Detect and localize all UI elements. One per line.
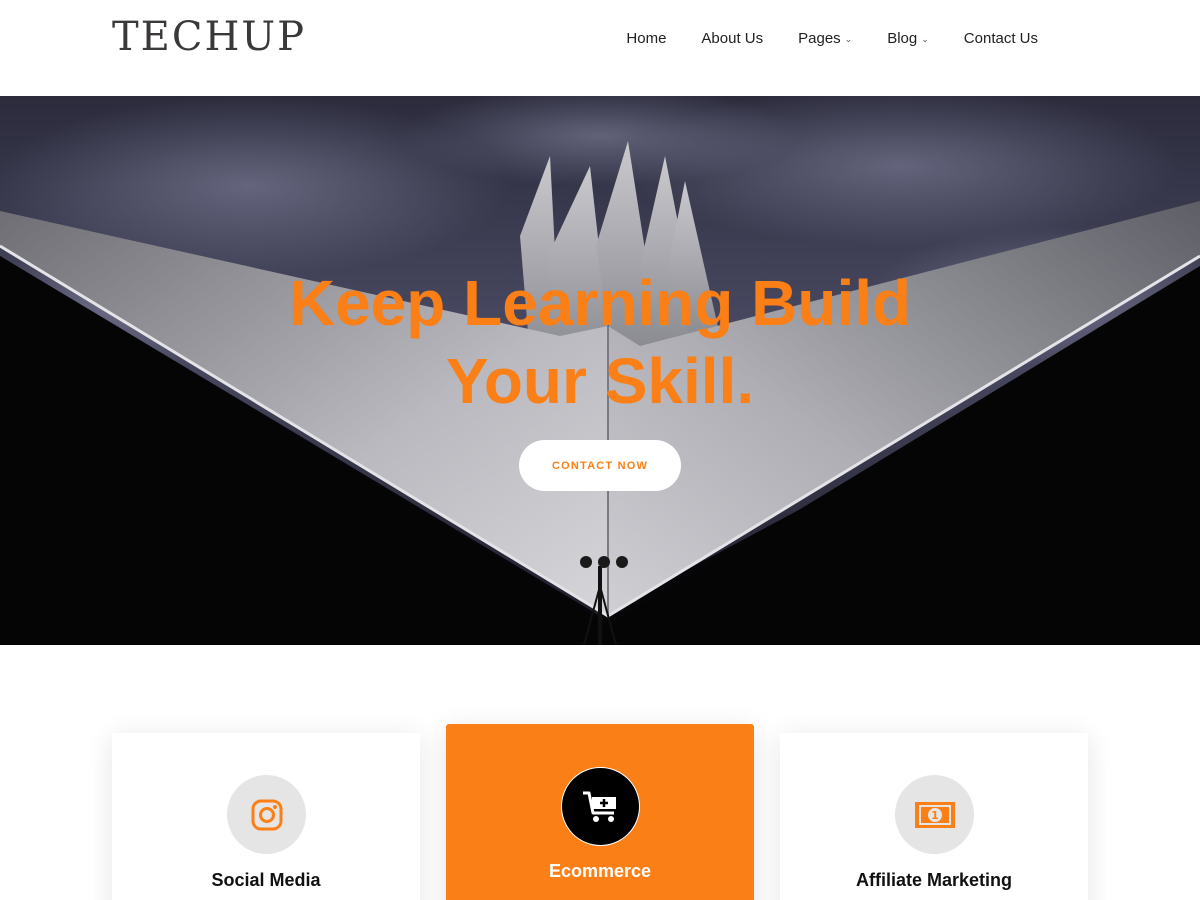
feature-title: Affiliate Marketing (855, 870, 1013, 890)
nav-item-home[interactable]: Home (626, 28, 666, 48)
main-nav: Home About Us Pages ⌄ Blog ⌄ Contact Us (626, 28, 1038, 48)
hero-title-line-2: Your Skill. (445, 345, 755, 417)
feature-title: Social Media (211, 870, 321, 890)
nav-item-label: Pages (798, 29, 841, 47)
feature-card-social-media[interactable]: Social Media (112, 733, 420, 900)
hero-banner: Keep Learning Build Your Skill. CONTACT … (0, 96, 1200, 645)
nav-item-label: Home (626, 29, 667, 47)
hero-title-line-1: Keep Learning Build (288, 267, 912, 339)
chevron-down-icon: ⌄ (921, 33, 929, 44)
site-header: TECHUP Home About Us Pages ⌄ Blog ⌄ Cont… (0, 0, 1200, 96)
feature-icon-wrapper (227, 775, 306, 854)
contact-now-button[interactable]: CONTACT NOW (519, 440, 681, 491)
nav-item-label: Blog (887, 29, 918, 47)
money-bill-icon: 1 (914, 801, 955, 828)
feature-icon-wrapper: 1 (895, 775, 974, 854)
cart-plus-icon (582, 791, 616, 822)
nav-item-label: Contact Us (963, 29, 1038, 47)
hero-title: Keep Learning Build Your Skill. (0, 264, 1200, 420)
nav-item-contact-us[interactable]: Contact Us (964, 28, 1038, 48)
nav-item-about-us[interactable]: About Us (701, 28, 763, 48)
instagram-icon (251, 799, 282, 830)
feature-title: Ecommerce (548, 861, 652, 881)
feature-icon-wrapper (561, 767, 640, 846)
nav-item-label: About Us (701, 29, 764, 47)
site-logo[interactable]: TECHUP (112, 14, 306, 60)
chevron-down-icon: ⌄ (844, 33, 853, 44)
feature-card-affiliate-marketing[interactable]: 1 Affiliate Marketing (780, 733, 1088, 900)
svg-text:1: 1 (931, 809, 939, 822)
nav-item-pages[interactable]: Pages ⌄ (798, 28, 852, 48)
nav-item-blog[interactable]: Blog ⌄ (887, 28, 929, 48)
feature-card-ecommerce[interactable]: Ecommerce (446, 724, 754, 900)
